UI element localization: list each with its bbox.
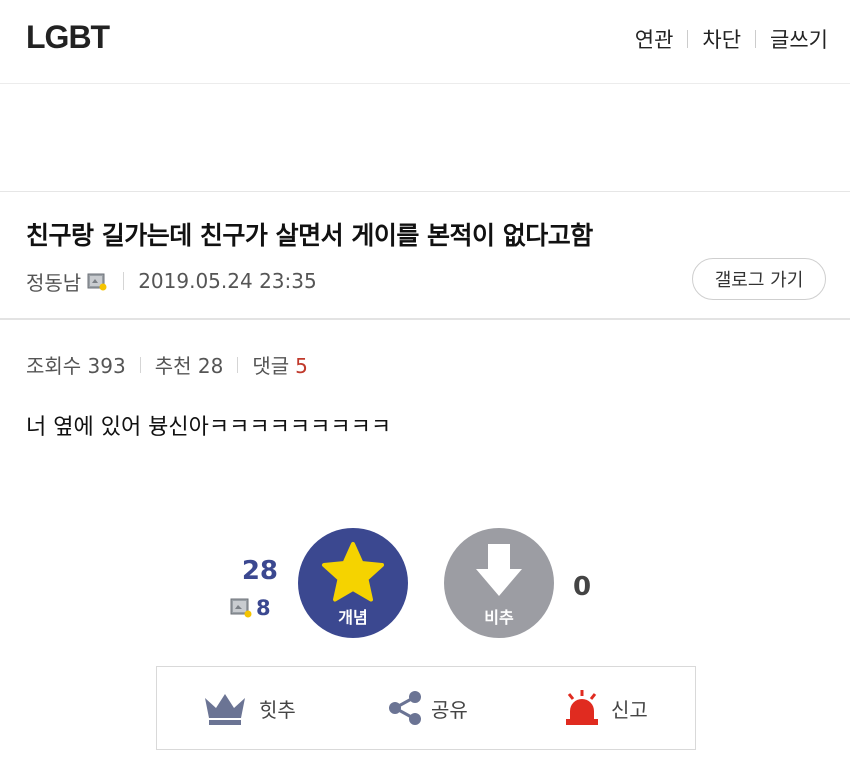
author-name[interactable]: 정동남 [26,267,81,296]
fixed-recommend-count: 8 [256,596,271,620]
post-datetime: 2019.05.24 23:35 [138,269,317,293]
hit-label: 힛추 [259,697,296,722]
crown-icon [205,694,245,725]
recommend-count: 28 [241,556,278,586]
comment-count: 5 [295,354,308,378]
post-title: 친구랑 길가는데 친구가 살면서 게이를 본적이 없다고함 [26,221,593,250]
action-bar: 힛추 공유 신고 [156,666,696,750]
nonrecommend-label: 비추 [484,608,514,627]
stats-divider [139,356,141,373]
blank-area [0,84,850,192]
share-icon [389,691,421,725]
section-divider [0,318,850,320]
top-header: LGBT 연관 차단 글쓰기 [0,0,850,84]
recommend-label: 개념 [338,608,368,627]
share-label: 공유 [431,697,468,722]
gallog-button[interactable]: 갤로그 가기 [692,258,826,300]
related-link[interactable]: 연관 [635,24,674,54]
menu-divider [687,30,689,48]
share-button[interactable]: 공유 [385,667,468,749]
siren-icon [566,690,598,725]
report-label: 신고 [611,697,648,722]
view-count: 조회수 393 [26,354,126,378]
report-button[interactable]: 신고 [561,667,648,749]
post-meta: 정동남 2019.05.24 23:35 [26,266,317,296]
block-link[interactable]: 차단 [702,24,741,54]
write-link[interactable]: 글쓰기 [770,24,828,54]
gallery-title[interactable]: LGBT [26,19,110,56]
menu-divider [755,30,757,48]
comment-stat[interactable]: 댓글 5 [252,350,308,379]
nonrecommend-button[interactable]: 비추 [444,528,554,638]
post-body: 너 옆에 있어 븅신아ㅋㅋㅋㅋㅋㅋㅋㅋㅋ [26,415,392,440]
recommend-button[interactable]: 개념 [298,528,408,638]
stats-divider [237,356,239,373]
post-stats: 조회수 393 추천 28 댓글 5 [26,350,308,379]
header-menu: 연관 차단 글쓰기 [635,24,828,54]
fixed-nick-icon [87,272,107,291]
nonrecommend-count: 0 [573,572,592,602]
comment-label: 댓글 [252,354,290,378]
hit-button[interactable]: 힛추 [201,667,296,749]
meta-divider [123,272,125,290]
fixed-recommend: 8 [230,596,271,620]
fixed-nick-icon [230,598,252,618]
recommend-stat: 추천 28 [154,354,224,378]
